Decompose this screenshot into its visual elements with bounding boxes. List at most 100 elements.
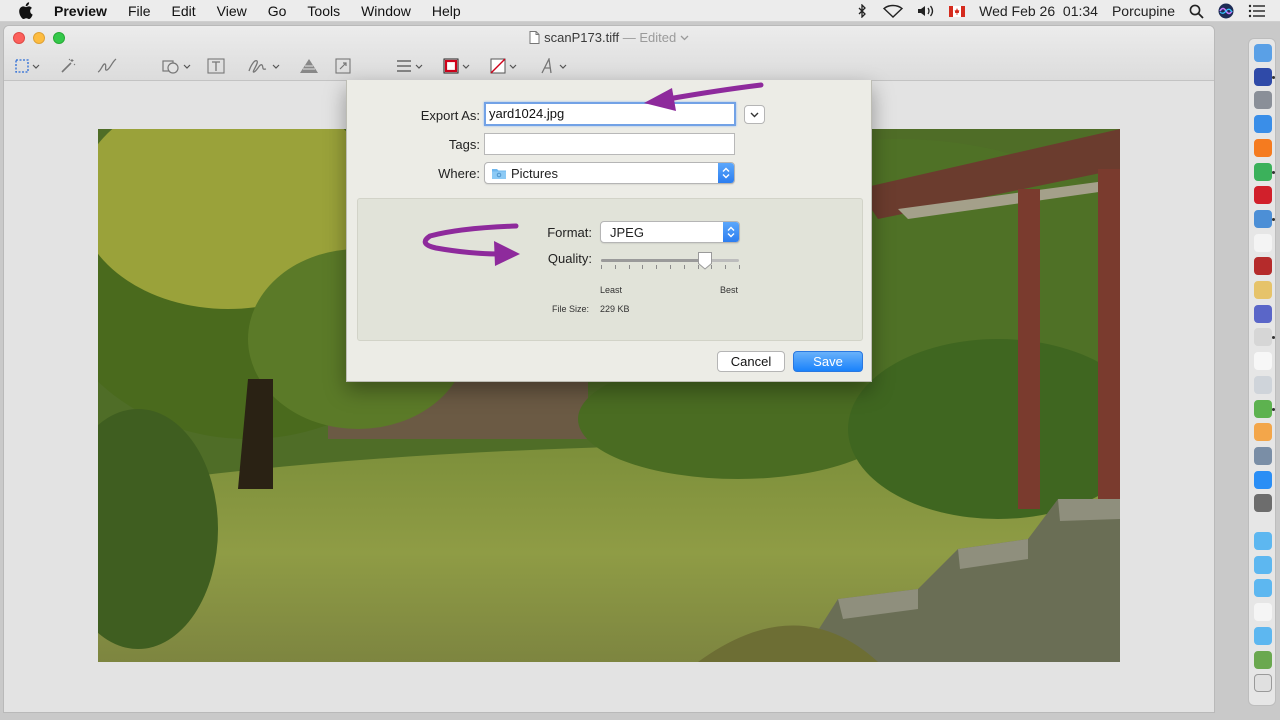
system-preferences-icon[interactable] — [1254, 494, 1272, 513]
safari-icon[interactable] — [1254, 115, 1272, 134]
quality-slider-tick — [683, 265, 685, 269]
bluetooth-icon[interactable] — [855, 4, 869, 18]
rect-select-tool[interactable] — [15, 54, 40, 78]
chevron-down-icon — [559, 64, 567, 69]
save-button[interactable]: Save — [793, 351, 863, 372]
running-indicator — [1272, 217, 1275, 221]
launchpad-icon[interactable] — [1254, 91, 1272, 110]
export-as-field[interactable]: yard1024.jpg — [484, 102, 736, 126]
quality-slider-tick — [656, 265, 658, 269]
running-indicator — [1272, 75, 1275, 79]
volume-icon[interactable] — [917, 4, 935, 18]
menu-go[interactable]: Go — [268, 3, 287, 19]
chevron-down-icon — [750, 112, 759, 117]
menu-bar: Preview File Edit View Go Tools Window H… — [0, 0, 1280, 22]
canada-flag-icon[interactable] — [949, 5, 966, 17]
adjust-color-tool[interactable] — [299, 54, 319, 78]
markup-toolbar — [4, 54, 1214, 78]
format-options-box — [357, 198, 863, 341]
chevron-down-icon — [272, 64, 280, 69]
siri-icon[interactable] — [1254, 67, 1272, 86]
folder-icon[interactable] — [1254, 555, 1272, 574]
sign-icon — [248, 59, 267, 73]
pixelmator-icon[interactable] — [1254, 304, 1272, 323]
menu-edit[interactable]: Edit — [172, 3, 196, 19]
datetime[interactable]: Wed Feb 26 01:34 — [979, 3, 1098, 19]
calendar-icon[interactable] — [1254, 233, 1272, 252]
adjust-size-tool[interactable] — [335, 54, 351, 78]
folder-icon[interactable] — [1254, 579, 1272, 598]
instant-alpha-tool[interactable] — [60, 54, 76, 78]
textedit-icon[interactable] — [1254, 352, 1272, 371]
border-color-tool[interactable] — [443, 54, 470, 78]
quality-slider-tick — [601, 265, 602, 269]
chevron-down-icon — [680, 35, 689, 41]
sign-tool[interactable] — [247, 54, 280, 78]
menu-tools[interactable]: Tools — [307, 3, 340, 19]
document-icon[interactable] — [1254, 603, 1272, 622]
trash-icon[interactable] — [1254, 674, 1272, 693]
scanner-icon[interactable] — [1254, 375, 1272, 394]
system-icon[interactable] — [1254, 328, 1272, 347]
opera-icon[interactable] — [1254, 186, 1272, 205]
fill-color-tool[interactable] — [490, 54, 517, 78]
expand-dialog-button[interactable] — [744, 105, 765, 124]
shape-style-tool[interactable] — [396, 54, 423, 78]
document-icon — [529, 31, 540, 44]
sketch-tool[interactable] — [96, 54, 118, 78]
rect-select-icon — [15, 59, 29, 73]
apple-menu-icon[interactable] — [18, 2, 38, 19]
photos-icon[interactable] — [1254, 423, 1272, 442]
cancel-button[interactable]: Cancel — [717, 351, 785, 372]
image-icon[interactable] — [1254, 650, 1272, 669]
folder-icon[interactable] — [1254, 532, 1272, 550]
menu-window[interactable]: Window — [361, 3, 411, 19]
where-popup[interactable]: Pictures — [484, 162, 735, 184]
search-icon[interactable] — [1189, 4, 1204, 19]
chevron-down-icon — [32, 64, 40, 69]
dictionary-icon[interactable] — [1254, 257, 1272, 276]
adjust-size-icon — [335, 58, 351, 74]
quality-slider-fill — [601, 259, 705, 262]
stepper-icon — [718, 163, 734, 183]
shapes-tool[interactable] — [162, 54, 191, 78]
running-indicator — [1272, 336, 1275, 340]
running-indicator — [1272, 407, 1275, 411]
quality-slider-track[interactable] — [601, 259, 739, 262]
tags-field[interactable] — [484, 133, 735, 155]
text-style-icon — [541, 58, 552, 74]
folder-icon[interactable] — [1254, 626, 1272, 645]
chrome-icon[interactable] — [1254, 162, 1272, 181]
wifi-icon[interactable] — [883, 4, 904, 18]
fill-color-icon — [490, 58, 506, 74]
menu-file[interactable]: File — [128, 3, 151, 19]
border-color-icon — [443, 58, 459, 74]
format-popup[interactable]: JPEG — [600, 221, 740, 243]
user-name[interactable]: Porcupine — [1112, 3, 1175, 19]
where-value: Pictures — [511, 165, 558, 181]
window-title-status: — Edited — [622, 30, 677, 45]
firefox-icon[interactable] — [1254, 138, 1272, 157]
quality-slider-thumb[interactable] — [697, 251, 713, 270]
menu-view[interactable]: View — [217, 3, 247, 19]
image-capture-icon[interactable] — [1254, 446, 1272, 465]
text-style-tool[interactable] — [540, 54, 567, 78]
window-title[interactable]: scanP173.tiff — Edited — [4, 30, 1214, 45]
finder-icon[interactable] — [1254, 44, 1272, 62]
quality-label: Quality: — [547, 251, 592, 266]
adjust-color-icon — [300, 59, 318, 73]
instant-alpha-icon — [61, 58, 76, 73]
title-bar: scanP173.tiff — Edited — [4, 26, 1214, 81]
dock — [1248, 38, 1276, 706]
menu-help[interactable]: Help — [432, 3, 461, 19]
list-icon[interactable] — [1248, 4, 1266, 18]
app-store-icon[interactable] — [1254, 470, 1272, 489]
text-tool[interactable] — [207, 54, 225, 78]
tags-label: Tags: — [448, 137, 480, 152]
menu-app-name[interactable]: Preview — [54, 3, 107, 19]
siri-icon[interactable] — [1218, 3, 1234, 19]
maps-icon[interactable] — [1254, 399, 1272, 418]
stepper-icon — [723, 222, 739, 242]
notes-icon[interactable] — [1254, 281, 1272, 299]
preview-icon[interactable] — [1254, 209, 1272, 228]
